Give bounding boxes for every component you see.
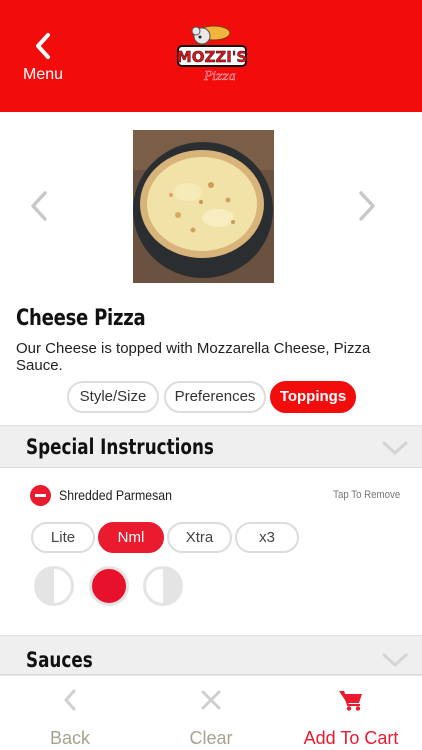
portion-whole-button[interactable] — [89, 566, 129, 606]
chevron-down-icon — [382, 441, 408, 455]
chevron-left-icon — [31, 191, 47, 221]
cart-icon — [339, 690, 362, 711]
chevron-down-icon — [382, 653, 408, 667]
chevron-left-icon — [64, 689, 76, 711]
menu-label: Menu — [22, 66, 64, 83]
app-header: Menu MOZZI'S Pizza — [0, 0, 422, 112]
amount-lite-button[interactable]: Lite — [31, 522, 95, 553]
option-tabs: Style/Size Preferences Toppings — [0, 381, 422, 413]
product-title: Cheese Pizza — [16, 306, 146, 331]
section-title: Sauces — [26, 648, 93, 672]
bottom-action-bar: Back Clear Add To Cart — [0, 675, 422, 750]
clear-button[interactable]: Clear — [160, 676, 262, 750]
product-description: Our Cheese is topped with Mozzarella Che… — [16, 340, 371, 374]
product-photo — [133, 130, 274, 283]
amount-normal-button[interactable]: Nml — [98, 522, 164, 553]
tab-preferences[interactable]: Preferences — [164, 381, 266, 413]
amount-extra-button[interactable]: Xtra — [167, 522, 232, 553]
close-icon — [201, 690, 221, 710]
sauces-header[interactable]: Sauces — [0, 635, 422, 675]
tap-to-remove-hint: Tap To Remove — [332, 489, 400, 501]
tab-style-size[interactable]: Style/Size — [67, 381, 159, 413]
carousel-next-button[interactable] — [356, 190, 378, 222]
topping-name: Shredded Parmesan — [59, 487, 173, 503]
chevron-left-icon — [36, 33, 50, 59]
product-image-carousel — [0, 112, 422, 298]
chevron-right-icon — [359, 191, 375, 221]
back-button[interactable]: Back — [20, 676, 120, 750]
logo-text: MOZZI'S — [177, 48, 247, 66]
special-instructions-header[interactable]: Special Instructions — [0, 425, 422, 468]
carousel-prev-button[interactable] — [28, 190, 50, 222]
menu-button[interactable]: Menu — [18, 32, 68, 92]
portion-right-half-button[interactable] — [143, 566, 183, 606]
back-label: Back — [49, 728, 91, 748]
add-to-cart-button[interactable]: Add To Cart — [292, 676, 410, 750]
logo-subtext: Pizza — [203, 69, 236, 83]
topping-amount-options: Lite Nml Xtra x3 — [0, 522, 422, 554]
tab-toppings[interactable]: Toppings — [270, 381, 356, 413]
add-to-cart-label: Add To Cart — [303, 728, 399, 748]
remove-topping-button[interactable] — [30, 485, 51, 506]
portion-left-half-button[interactable] — [34, 566, 74, 606]
topping-row: Shredded Parmesan Tap To Remove — [0, 470, 422, 518]
section-title: Special Instructions — [26, 435, 214, 459]
mozzis-logo: MOZZI'S Pizza — [176, 22, 248, 86]
amount-triple-button[interactable]: x3 — [235, 522, 299, 553]
clear-label: Clear — [189, 728, 233, 748]
